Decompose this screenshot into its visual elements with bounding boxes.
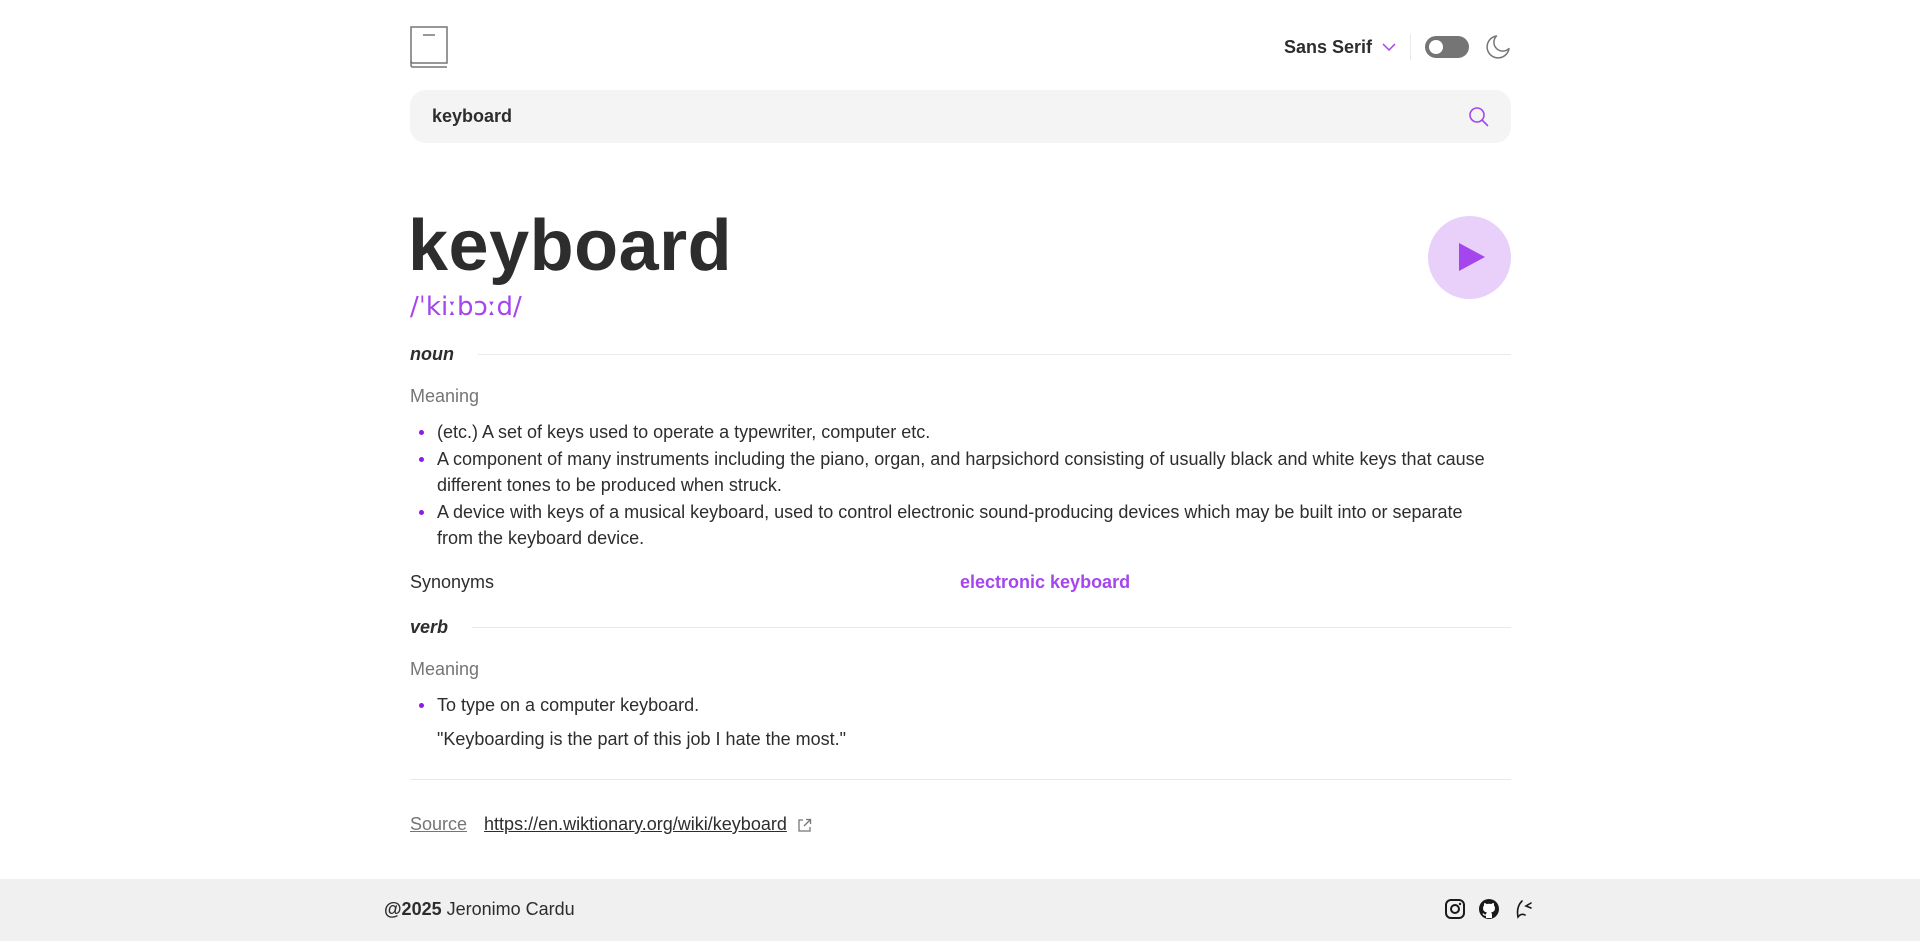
search-icon[interactable]: [1468, 106, 1489, 127]
footer: @2025 Jeronimo Cardu: [0, 879, 1920, 941]
synonyms-label: Synonyms: [410, 572, 495, 592]
chevron-down-icon: [1382, 38, 1396, 56]
github-icon[interactable]: [1478, 898, 1500, 920]
search-input[interactable]: [432, 90, 1432, 143]
phonetic-text: /ˈkiːbɔːd/: [410, 292, 522, 322]
definition-item: To type on a computer keyboard.: [419, 692, 1497, 718]
definition-list-noun: (etc.) A set of keys used to operate a t…: [419, 419, 1497, 552]
header: Sans Serif: [410, 26, 1511, 68]
source-link[interactable]: https://en.wiktionary.org/wiki/keyboard: [484, 814, 787, 835]
definition-list-verb: To type on a computer keyboard.: [419, 692, 1497, 719]
header-divider: [1410, 34, 1411, 60]
footer-credits: @2025 Jeronimo Cardu: [384, 899, 575, 920]
footer-year: @2025: [384, 899, 442, 919]
word-heading: keyboard: [408, 206, 733, 286]
source-divider: [410, 779, 1511, 780]
pos-row-verb: verb: [410, 615, 1511, 639]
definition-item: (etc.) A set of keys used to operate a t…: [419, 419, 1497, 445]
definition-item: A device with keys of a musical keyboard…: [419, 499, 1497, 551]
theme-toggle[interactable]: [1425, 36, 1469, 58]
example-text: "Keyboarding is the part of this job I h…: [437, 729, 847, 749]
definition-item: A component of many instruments includin…: [419, 446, 1497, 498]
part-of-speech-verb: verb: [410, 616, 449, 637]
instagram-icon[interactable]: [1444, 898, 1466, 920]
source-row: Source https://en.wiktionary.org/wiki/ke…: [410, 814, 812, 835]
social-links: [1444, 898, 1534, 920]
toggle-knob: [1429, 40, 1443, 54]
search-bar: [410, 90, 1511, 143]
pos-divider: [472, 626, 1511, 628]
meaning-title: Meaning: [410, 659, 480, 679]
play-icon: [1459, 243, 1485, 271]
portfolio-icon[interactable]: [1512, 898, 1534, 920]
font-select-label: Sans Serif: [1283, 36, 1372, 57]
synonym-link[interactable]: electronic keyboard: [960, 572, 1130, 593]
part-of-speech-noun: noun: [410, 343, 454, 364]
pos-row-noun: noun: [410, 342, 1511, 366]
footer-author: Jeronimo Cardu: [446, 899, 575, 919]
meaning-title: Meaning: [410, 386, 480, 406]
source-label: Source: [410, 814, 468, 834]
play-audio-button[interactable]: [1428, 216, 1511, 299]
external-link-icon[interactable]: [797, 817, 812, 832]
moon-icon: [1485, 34, 1511, 60]
font-family-select[interactable]: Sans Serif: [1284, 34, 1396, 60]
book-logo-icon[interactable]: [410, 26, 448, 68]
pos-divider: [477, 353, 1511, 355]
